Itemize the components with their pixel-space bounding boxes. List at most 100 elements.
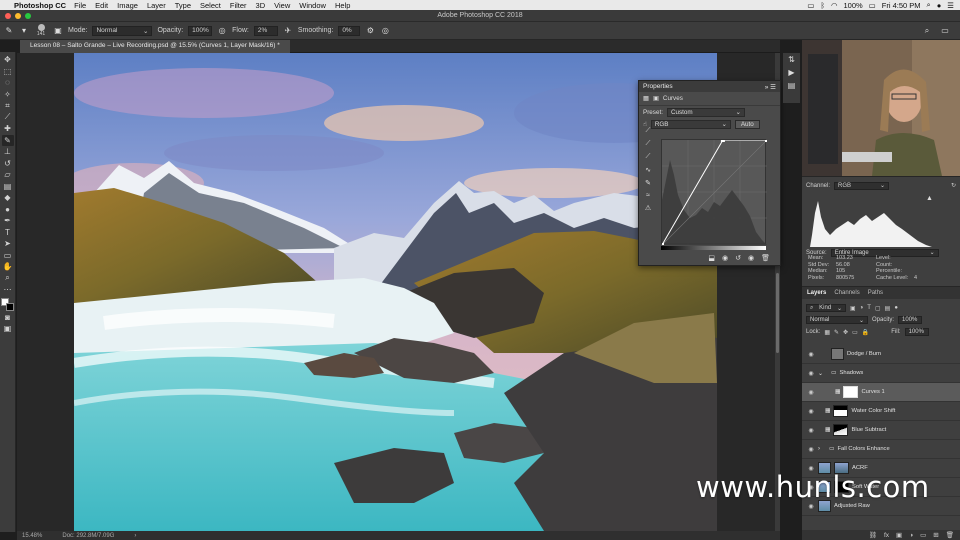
wifi-icon[interactable]: ◠ bbox=[831, 1, 838, 10]
curves-graph[interactable] bbox=[660, 138, 769, 247]
workspace-icon[interactable]: ▭ bbox=[940, 26, 950, 36]
menu-list-icon[interactable]: ☰ bbox=[947, 1, 954, 10]
visibility-eye-icon[interactable]: ◉ bbox=[807, 351, 815, 358]
add-mask-icon[interactable]: ▣ bbox=[896, 531, 902, 539]
pressure-size-icon[interactable]: ◎ bbox=[380, 26, 390, 36]
chevron-right-icon[interactable]: › bbox=[818, 446, 826, 452]
brush-tool-icon[interactable]: ✎ bbox=[4, 26, 14, 36]
crop-tool-icon[interactable]: ⌗ bbox=[2, 100, 14, 112]
new-layer-icon[interactable]: ⊞ bbox=[933, 531, 938, 539]
new-adjustment-icon[interactable]: ◑ bbox=[909, 532, 913, 539]
menu-3d[interactable]: 3D bbox=[256, 1, 266, 10]
visibility-eye-icon[interactable]: ◉ bbox=[807, 389, 815, 396]
filter-adjust-icon[interactable]: ◑ bbox=[860, 305, 864, 311]
history-brush-tool-icon[interactable]: ↺ bbox=[2, 158, 14, 170]
cast-icon[interactable]: ▭ bbox=[807, 1, 814, 10]
tab-layers[interactable]: Layers bbox=[807, 290, 826, 296]
layer-row[interactable]: ◉ ▦ Water Color Shift bbox=[802, 402, 960, 421]
chevron-down-icon[interactable]: ▾ bbox=[19, 26, 29, 36]
visibility-eye-icon[interactable]: ◉ bbox=[807, 446, 815, 453]
smoothing-input[interactable]: 0% bbox=[338, 25, 361, 36]
hand-tool-icon[interactable]: ✋ bbox=[2, 261, 14, 273]
chevron-right-icon[interactable]: › bbox=[134, 533, 136, 539]
curves-adjustment-icon[interactable]: ▦ bbox=[643, 95, 649, 102]
layer-mask-thumbnail[interactable] bbox=[833, 424, 849, 436]
airbrush-icon[interactable]: ✈ bbox=[283, 26, 293, 36]
play-action-icon[interactable]: ▶ bbox=[788, 68, 794, 77]
eraser-tool-icon[interactable]: ▱ bbox=[2, 169, 14, 181]
zoom-level[interactable]: 15.48% bbox=[22, 533, 42, 539]
gear-icon[interactable]: ⚙ bbox=[365, 26, 375, 36]
filter-shape-icon[interactable]: ▢ bbox=[875, 305, 881, 312]
trash-icon[interactable]: 🗑 bbox=[761, 254, 770, 262]
layer-row[interactable]: ◉ ⌄ ▭ Shadows bbox=[802, 364, 960, 383]
lock-pixels-icon[interactable]: ✎ bbox=[834, 329, 839, 336]
menu-filter[interactable]: Filter bbox=[230, 1, 247, 10]
curve-control-point[interactable] bbox=[660, 243, 664, 247]
layer-row[interactable]: ◉ ▦ Curves 1 bbox=[802, 383, 960, 402]
menu-edit[interactable]: Edit bbox=[95, 1, 108, 10]
menu-app-name[interactable]: Photoshop CC bbox=[14, 1, 66, 10]
layer-row[interactable]: ◉ › ▭ Fall Colors Enhance bbox=[802, 440, 960, 459]
brush-preset-picker[interactable]: 141 bbox=[34, 24, 48, 37]
screen-mode-icon[interactable]: ▣ bbox=[2, 323, 14, 335]
tab-channels[interactable]: Channels bbox=[834, 290, 859, 296]
fill-input[interactable]: 100% bbox=[904, 328, 929, 336]
view-previous-icon[interactable]: ◉ bbox=[722, 254, 728, 262]
user-avatar[interactable]: ● bbox=[937, 1, 942, 10]
more-tools-icon[interactable]: ⋯ bbox=[2, 284, 14, 296]
healing-tool-icon[interactable]: ✚ bbox=[2, 123, 14, 135]
pressure-opacity-icon[interactable]: ◎ bbox=[217, 26, 227, 36]
layer-mask-thumbnail[interactable] bbox=[833, 405, 849, 417]
shape-tool-icon[interactable]: ▭ bbox=[2, 250, 14, 262]
zoom-tool-icon[interactable]: ⌕ bbox=[2, 273, 14, 285]
menu-layer[interactable]: Layer bbox=[147, 1, 166, 10]
quick-mask-icon[interactable]: ◙ bbox=[2, 312, 14, 324]
pen-tool-icon[interactable]: ✒ bbox=[2, 215, 14, 227]
scroll-thumb[interactable] bbox=[776, 273, 779, 353]
link-layers-icon[interactable]: ⛓ bbox=[869, 531, 877, 539]
filter-toggle-icon[interactable]: ● bbox=[894, 305, 898, 311]
menu-help[interactable]: Help bbox=[335, 1, 350, 10]
panel-menu-icon[interactable]: » ☰ bbox=[765, 83, 776, 91]
lock-artboard-icon[interactable]: ▭ bbox=[852, 329, 858, 336]
visibility-eye-icon[interactable]: ◉ bbox=[807, 427, 815, 434]
input-slider[interactable] bbox=[661, 246, 766, 250]
battery-icon[interactable]: ▭ bbox=[869, 1, 876, 10]
eyedropper-tool-icon[interactable]: ⟋ bbox=[2, 112, 14, 124]
menu-image[interactable]: Image bbox=[117, 1, 138, 10]
lock-position-icon[interactable]: ✥ bbox=[843, 329, 848, 336]
histogram-warning-icon[interactable]: ▲ bbox=[926, 195, 933, 202]
visibility-eye-icon[interactable]: ◉ bbox=[748, 254, 754, 262]
lock-transparency-icon[interactable]: ▦ bbox=[824, 329, 830, 336]
background-color[interactable] bbox=[5, 302, 14, 311]
mask-icon[interactable]: ▣ bbox=[653, 95, 659, 102]
blend-mode-select[interactable]: Normal ⌄ bbox=[806, 316, 868, 324]
gray-point-eyedropper-icon[interactable]: ⟋ bbox=[646, 140, 651, 148]
color-swatches[interactable] bbox=[0, 297, 15, 312]
quick-select-tool-icon[interactable]: ✧ bbox=[2, 89, 14, 101]
chevron-down-icon[interactable]: ⌄ bbox=[818, 370, 828, 377]
refresh-icon[interactable]: ↻ bbox=[951, 182, 956, 189]
clipping-warning-icon[interactable]: ⚠ bbox=[645, 204, 651, 212]
pencil-icon[interactable]: ✎ bbox=[645, 179, 651, 187]
preset-select[interactable]: Custom ⌄ bbox=[666, 107, 745, 117]
filter-type-icon[interactable]: T bbox=[867, 305, 871, 311]
layer-row[interactable]: ◉ Dodge / Burn bbox=[802, 345, 960, 364]
curve-svg[interactable] bbox=[660, 138, 769, 247]
spotlight-icon[interactable]: ⌕ bbox=[927, 0, 931, 10]
opacity-input[interactable]: 100% bbox=[188, 25, 213, 36]
smooth-icon[interactable]: ≈ bbox=[646, 192, 650, 199]
trash-icon[interactable]: 🗑 bbox=[946, 531, 954, 539]
layer-opacity-input[interactable]: 100% bbox=[898, 316, 923, 324]
menu-type[interactable]: Type bbox=[175, 1, 191, 10]
brush-tool-icon[interactable]: ✎ bbox=[1, 134, 14, 146]
blur-tool-icon[interactable]: ◆ bbox=[2, 192, 14, 204]
properties-header[interactable]: Properties » ☰ bbox=[639, 81, 780, 92]
stamp-tool-icon[interactable]: ⊥ bbox=[2, 146, 14, 158]
curve-control-point[interactable] bbox=[765, 138, 769, 142]
dodge-tool-icon[interactable]: ● bbox=[2, 204, 14, 216]
edit-points-icon[interactable]: ∿ bbox=[645, 166, 651, 174]
type-tool-icon[interactable]: T bbox=[2, 227, 14, 239]
layer-mask-thumbnail[interactable] bbox=[843, 386, 859, 398]
